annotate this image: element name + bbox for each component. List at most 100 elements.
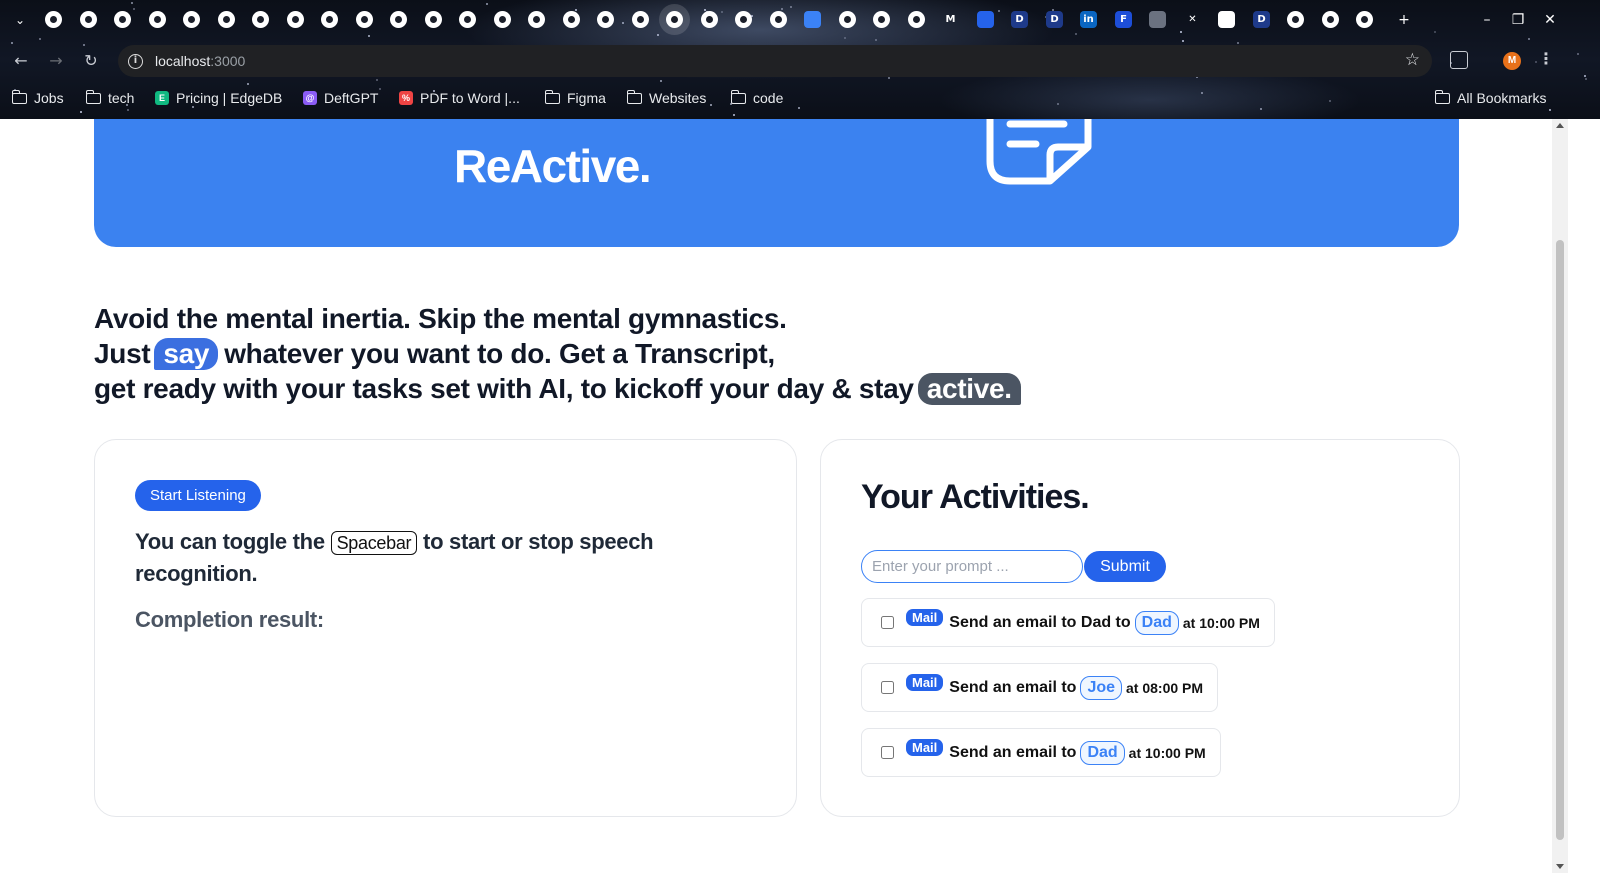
start-listening-button[interactable]: Start Listening (135, 480, 261, 511)
browser-tab-favicon-icon[interactable]: D (1046, 11, 1063, 28)
browser-tab-favicon-icon[interactable]: F (1115, 11, 1132, 28)
browser-tab-favicon-icon[interactable] (701, 11, 718, 28)
bookmark-item[interactable]: Jobs (11, 86, 64, 110)
site-info-icon[interactable]: i (128, 53, 143, 69)
browser-tab-favicon-icon[interactable] (839, 11, 856, 28)
bookmarks-bar: Jobs tech E Pricing | EdgeDB @ DeftGPT % PDF to… (0, 86, 1600, 110)
tagline-text-2a: Just (94, 338, 151, 369)
tab-glyph: D (1257, 14, 1266, 25)
browser-tab-favicon-icon[interactable] (563, 11, 580, 28)
browser-tab-favicon-icon[interactable] (80, 11, 97, 28)
browser-tab-favicon-icon[interactable]: ✕ (1184, 11, 1201, 28)
browser-tab-favicon-icon[interactable] (977, 11, 994, 28)
bookmark-label: Jobs (34, 90, 64, 106)
browser-tab-favicon-icon[interactable] (1287, 11, 1304, 28)
bookmark-label: DeftGPT (324, 90, 379, 106)
site-favicon-icon: E (155, 91, 169, 105)
browser-tab-favicon-icon[interactable] (632, 11, 649, 28)
browser-tab-favicon-icon[interactable] (321, 11, 338, 28)
browser-tab-favicon-icon[interactable] (218, 11, 235, 28)
browser-tab-favicon-icon[interactable] (149, 11, 166, 28)
new-tab-plus-icon[interactable]: + (1394, 10, 1414, 30)
folder-icon (11, 89, 27, 104)
bookmark-label: code (753, 90, 784, 106)
back-arrow-icon[interactable]: ← (10, 50, 32, 72)
restore-icon[interactable]: ❐ (1508, 10, 1528, 30)
bookmark-item[interactable]: code (730, 86, 784, 110)
bookmark-item[interactable]: tech (85, 86, 134, 110)
scroll-up-arrow-icon[interactable] (1556, 123, 1564, 128)
browser-tab-favicon-icon[interactable] (45, 11, 62, 28)
tab-glyph: in (1083, 14, 1094, 25)
extensions-icon[interactable] (1450, 51, 1468, 69)
bookmark-item[interactable]: E Pricing | EdgeDB (155, 86, 282, 110)
bookmark-item[interactable]: % PDF to Word |... (399, 86, 520, 110)
tagline-text-2b: whatever you want to do. Get a Transcrip… (224, 338, 775, 369)
browser-tab-favicon-icon[interactable] (735, 11, 752, 28)
task-item: Mail Send an email to Dad at 10:00 PM (861, 728, 1221, 777)
background-star (733, 114, 735, 116)
browser-tab-favicon-icon[interactable] (425, 11, 442, 28)
browser-tab-favicon-icon[interactable] (908, 11, 925, 28)
document-note-icon (986, 119, 1092, 185)
folder-icon (1434, 89, 1450, 104)
browser-menu-icon[interactable]: ⋮ (1538, 49, 1554, 68)
browser-tab-favicon-icon[interactable] (804, 11, 821, 28)
browser-tab-favicon-icon[interactable] (873, 11, 890, 28)
task-item: Mail Send an email to Joe at 08:00 PM (861, 663, 1219, 712)
tagline-line-3: get ready with your tasks set with AI, t… (94, 371, 1027, 406)
bookmark-star-icon[interactable]: ☆ (1405, 50, 1420, 70)
task-checkbox[interactable] (881, 746, 894, 759)
browser-tab-favicon-icon[interactable] (1218, 11, 1235, 28)
browser-tab-favicon-icon[interactable] (183, 11, 200, 28)
background-star (247, 83, 249, 85)
folder-icon (626, 89, 642, 104)
submit-button[interactable]: Submit (1084, 551, 1166, 582)
forward-arrow-icon[interactable]: → (45, 50, 67, 72)
minimize-icon[interactable]: – (1477, 10, 1497, 30)
browser-tab-favicon-icon[interactable] (1356, 11, 1373, 28)
page-scrollbar[interactable] (1552, 119, 1568, 873)
browser-tab-favicon-icon[interactable] (528, 11, 545, 28)
bookmark-item[interactable]: Figma (544, 86, 606, 110)
task-checkbox[interactable] (881, 616, 894, 629)
browser-tab-favicon-icon[interactable]: D (1011, 11, 1028, 28)
browser-tab-favicon-icon[interactable] (114, 11, 131, 28)
bookmark-item[interactable]: Websites (626, 86, 706, 110)
scroll-down-arrow-icon[interactable] (1556, 864, 1564, 869)
browser-tab-favicon-icon[interactable] (770, 11, 787, 28)
tab-strip: ⌄ M D Din F ✕ D + (0, 0, 1600, 40)
all-bookmarks-button[interactable]: All Bookmarks (1434, 86, 1546, 110)
browser-tab-favicon-icon[interactable] (459, 11, 476, 28)
active-bubble: active. (917, 372, 1021, 405)
bookmark-item[interactable]: @ DeftGPT (303, 86, 378, 110)
profile-avatar[interactable]: M (1503, 52, 1521, 70)
reload-icon[interactable]: ↻ (80, 50, 102, 72)
mail-badge: Mail (906, 674, 944, 691)
browser-tab-favicon-icon[interactable] (597, 11, 614, 28)
mail-badge: Mail (906, 739, 944, 756)
address-bar[interactable]: i localhost:3000 ☆ (118, 45, 1432, 77)
task-checkbox[interactable] (881, 681, 894, 694)
browser-tab-favicon-icon[interactable] (1149, 11, 1166, 28)
url-text: localhost:3000 (155, 53, 245, 69)
speech-card: Start Listening You can toggle the Space… (94, 439, 797, 817)
browser-tab-favicon-icon[interactable] (390, 11, 407, 28)
close-window-icon[interactable]: ✕ (1540, 10, 1560, 30)
person-chip: Dad (1080, 740, 1125, 765)
hint-text-before: You can toggle the (135, 529, 325, 554)
browser-tab-favicon-icon[interactable] (1322, 11, 1339, 28)
browser-tab-favicon-icon[interactable] (356, 11, 373, 28)
browser-tab-favicon-icon[interactable] (666, 11, 683, 28)
tab-search-chevron-icon[interactable]: ⌄ (12, 10, 28, 30)
browser-tab-favicon-icon[interactable]: in (1080, 11, 1097, 28)
browser-tab-favicon-icon[interactable] (287, 11, 304, 28)
browser-tab-favicon-icon[interactable] (252, 11, 269, 28)
scrollbar-thumb[interactable] (1556, 240, 1564, 840)
prompt-input[interactable] (861, 550, 1083, 583)
activities-card: Your Activities. Submit Mail Send an ema… (820, 439, 1460, 817)
browser-tab-favicon-icon[interactable]: D (1253, 11, 1270, 28)
mail-badge: Mail (906, 609, 944, 626)
browser-tab-favicon-icon[interactable]: M (942, 11, 959, 28)
browser-tab-favicon-icon[interactable] (494, 11, 511, 28)
